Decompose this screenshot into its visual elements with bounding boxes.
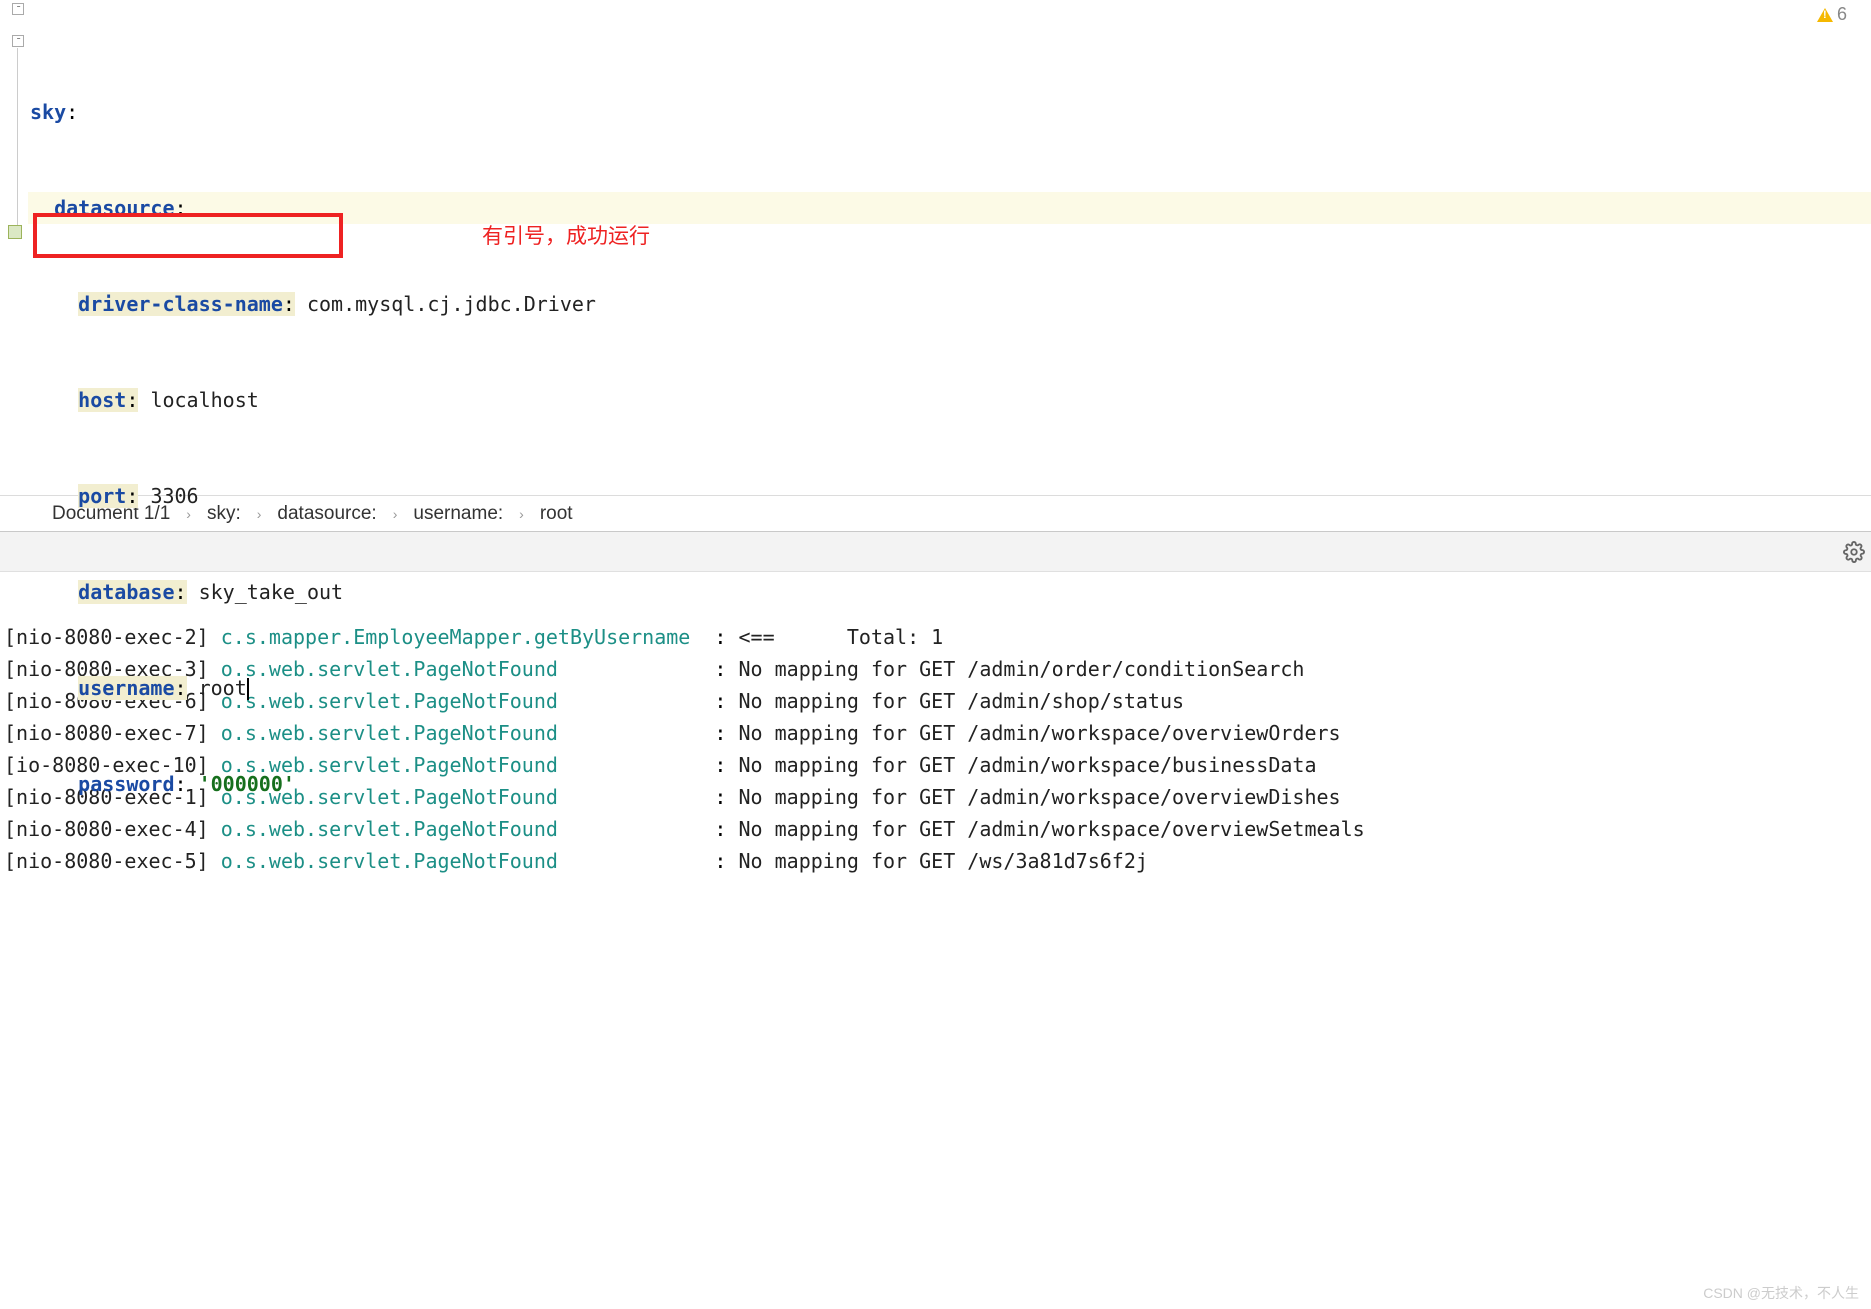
gutter-change-marker: [8, 225, 22, 239]
watermark-text: CSDN @无技术，不人生: [1703, 1283, 1859, 1303]
annotation-text: 有引号，成功运行: [482, 220, 650, 250]
code-line[interactable]: driver-class-name: com.mysql.cj.jdbc.Dri…: [30, 288, 1871, 320]
code-line[interactable]: username: root: [30, 672, 1871, 704]
warnings-indicator[interactable]: 6: [1817, 4, 1847, 25]
text-cursor: [247, 678, 249, 700]
code-line[interactable]: host: localhost: [30, 384, 1871, 416]
code-line[interactable]: sky:: [30, 96, 1871, 128]
warning-count: 6: [1837, 4, 1847, 25]
code-line[interactable]: port: 3306: [30, 480, 1871, 512]
code-line[interactable]: database: sky_take_out: [30, 576, 1871, 608]
code-line[interactable]: datasource:: [30, 192, 1871, 224]
warning-icon: [1817, 8, 1833, 22]
fold-icon[interactable]: [12, 35, 24, 47]
fold-icon[interactable]: [12, 3, 24, 15]
editor-gutter: [0, 0, 28, 495]
code-editor[interactable]: sky: datasource: driver-class-name: com.…: [0, 0, 1871, 495]
code-line[interactable]: password: '000000': [30, 768, 1871, 800]
